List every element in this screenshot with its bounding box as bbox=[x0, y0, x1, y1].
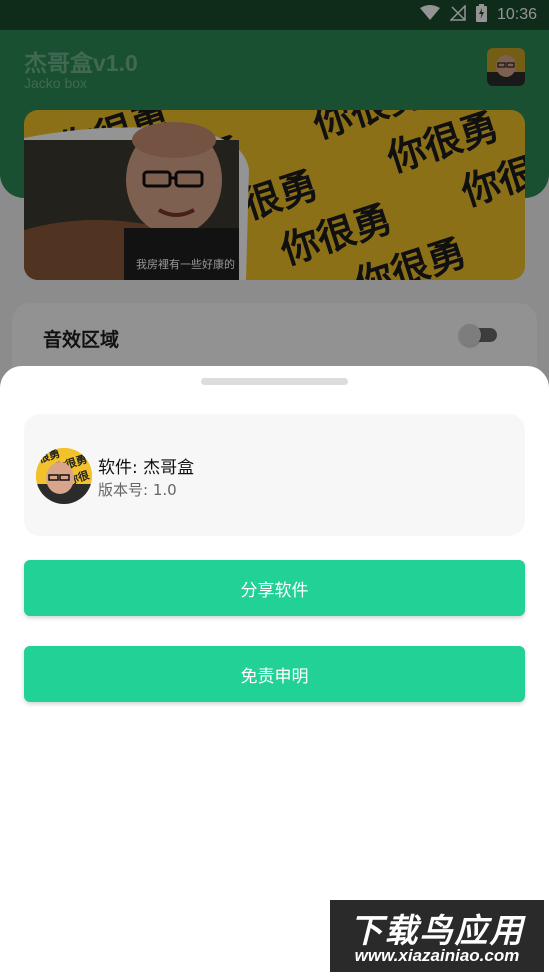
watermark-url: www.xiazainiao.com bbox=[354, 946, 520, 965]
software-version: 版本号: 1.0 bbox=[98, 481, 177, 499]
sheet-drag-handle[interactable] bbox=[201, 378, 348, 385]
app-info-card: 你很勇 你很勇 你很 软件: 杰哥盒 版本号: 1.0 bbox=[24, 414, 525, 536]
share-software-button[interactable]: 分享软件 bbox=[24, 560, 525, 616]
site-watermark: 下载鸟应用 www.xiazainiao.com bbox=[330, 900, 544, 972]
disclaimer-button[interactable]: 免责申明 bbox=[24, 646, 525, 702]
software-name: 软件: 杰哥盒 bbox=[98, 458, 195, 478]
about-bottom-sheet: 你很勇 你很勇 你很 软件: 杰哥盒 版本号: 1.0 分享软件 免责申明 bbox=[0, 366, 549, 976]
watermark-title: 下载鸟应用 bbox=[349, 911, 525, 950]
app-avatar: 你很勇 你很勇 你很 bbox=[36, 448, 92, 504]
